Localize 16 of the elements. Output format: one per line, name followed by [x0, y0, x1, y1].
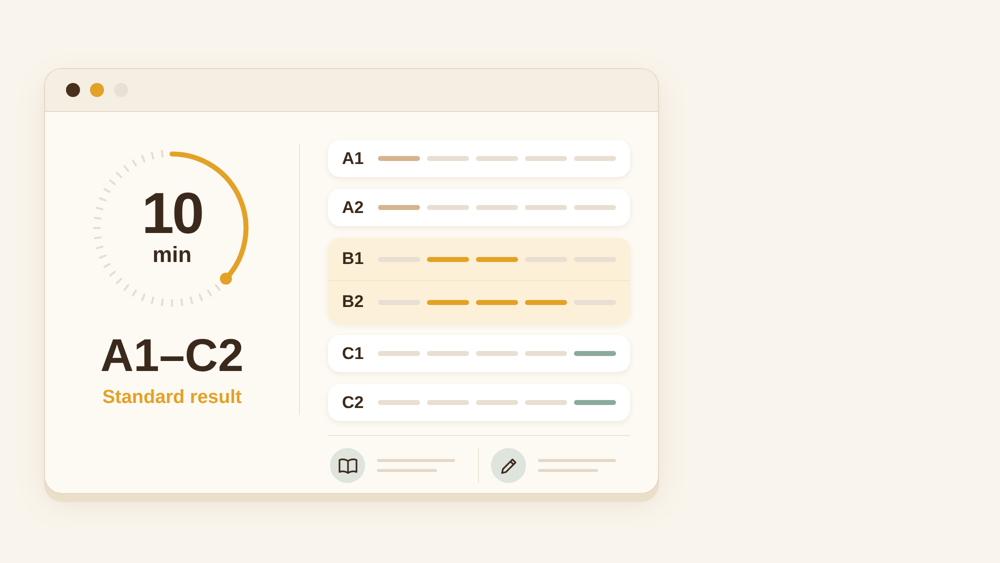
timer-value: 10 [142, 188, 202, 240]
timer-unit: min [152, 242, 192, 268]
level-label: A1 [342, 148, 365, 170]
level-label: B2 [342, 291, 365, 314]
level-label: C1 [342, 342, 365, 365]
level-label: B1 [342, 248, 365, 270]
pencil-icon [500, 456, 518, 474]
placeholder-lines-icon [538, 458, 618, 472]
placeholder-lines-icon [377, 458, 457, 472]
result-label: Standard result [102, 386, 242, 410]
pencil-button[interactable] [491, 448, 526, 483]
level-label: A2 [342, 196, 365, 219]
book-icon [338, 456, 358, 474]
level-label: C2 [342, 392, 365, 414]
level-range: A1–C2 [100, 330, 244, 380]
book-button[interactable] [330, 448, 365, 483]
